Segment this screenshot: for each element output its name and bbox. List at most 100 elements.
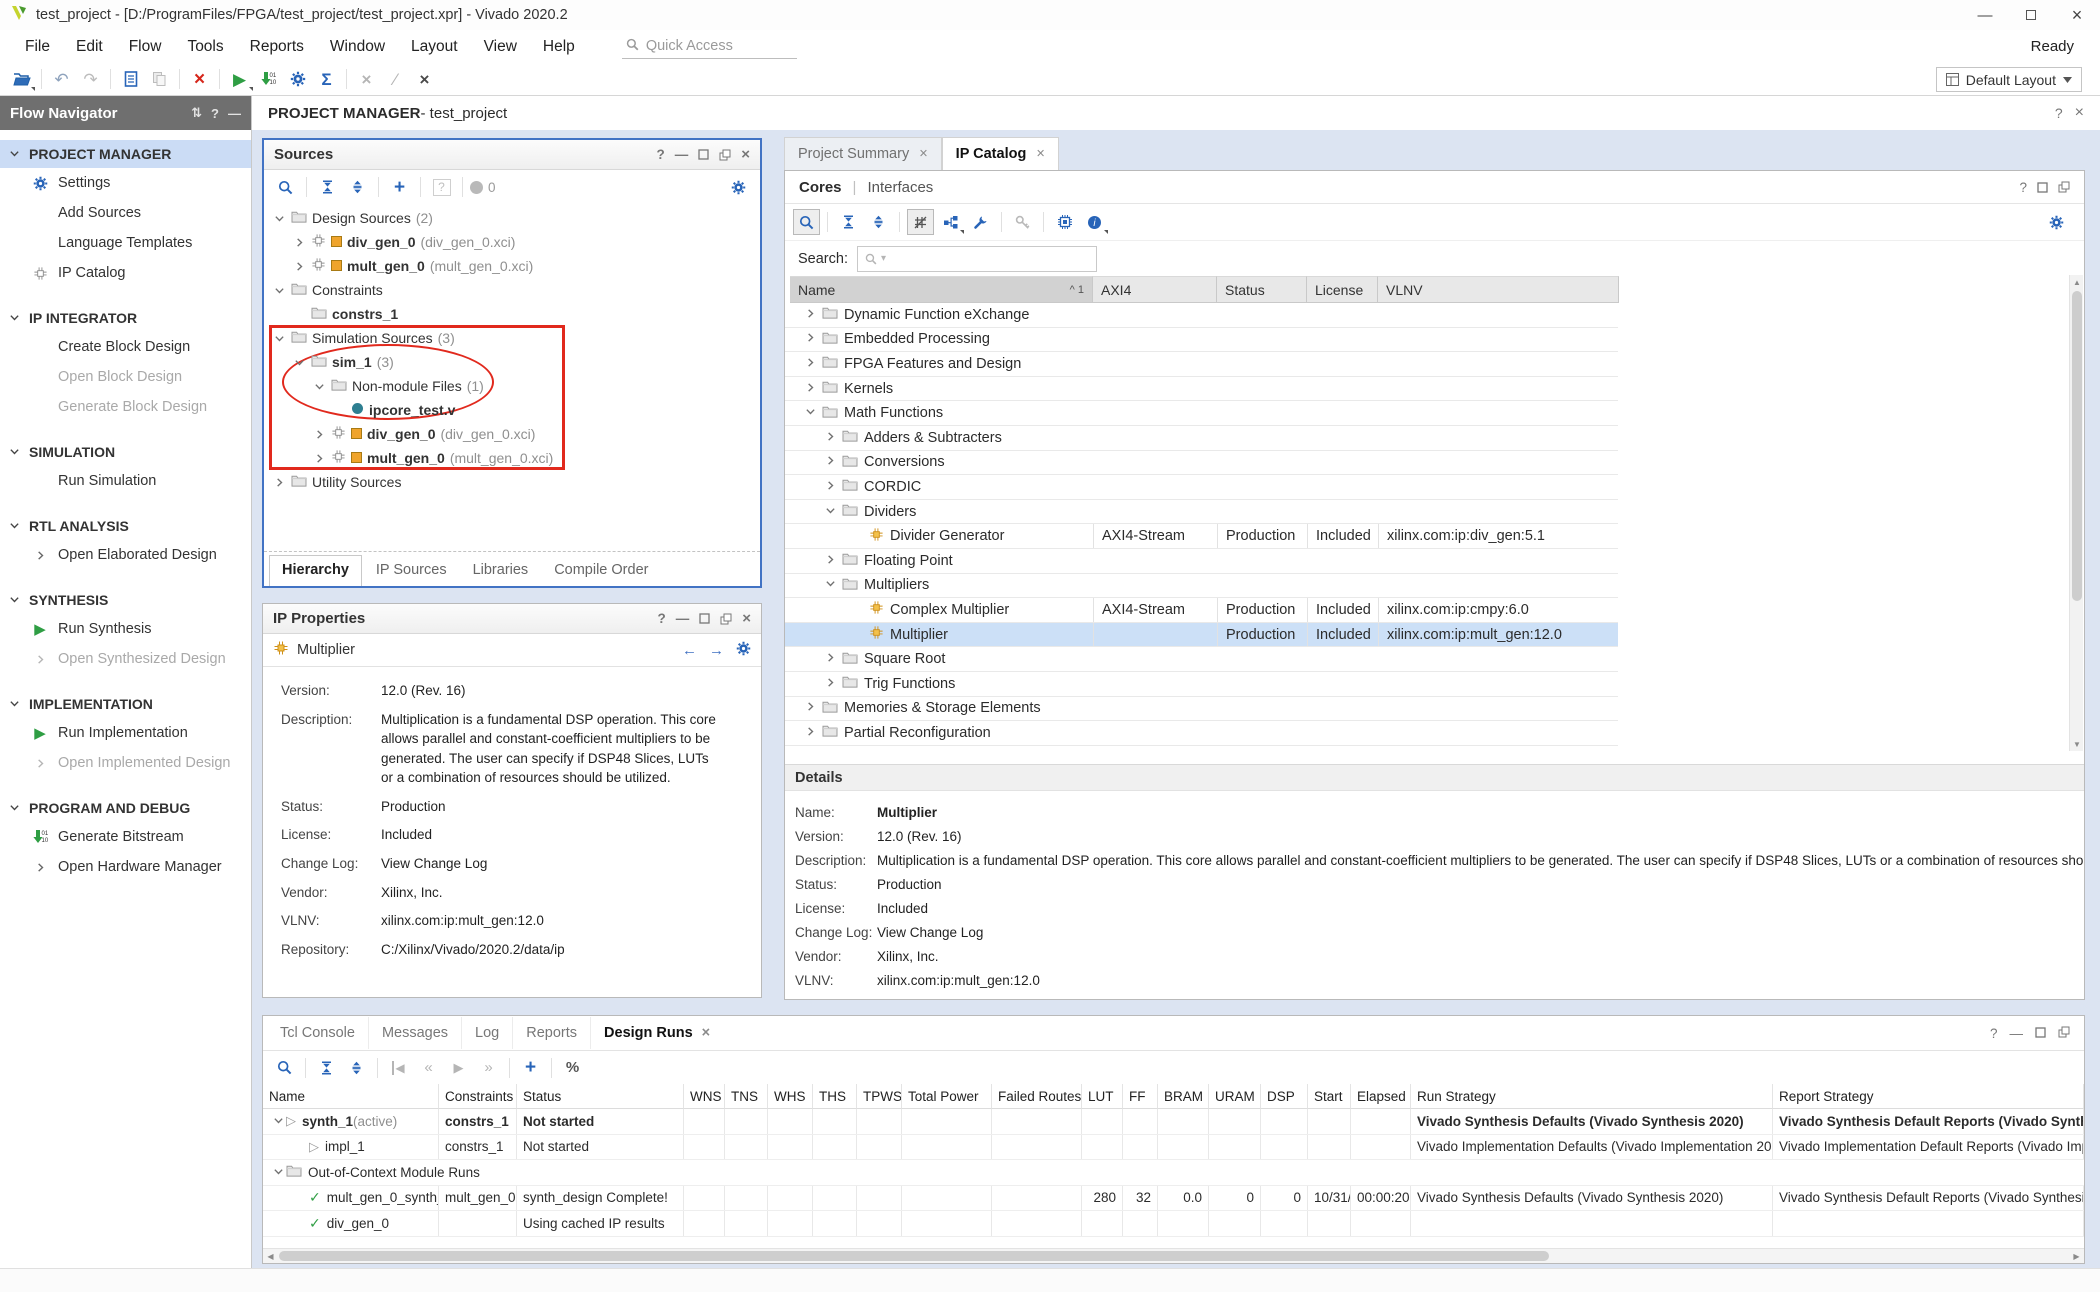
- create-run-icon[interactable]: +: [517, 1055, 544, 1081]
- cancel-icon[interactable]: ×: [353, 66, 380, 92]
- column-header-dsp[interactable]: DSP: [1261, 1084, 1308, 1109]
- float-panel-icon[interactable]: [719, 149, 731, 161]
- quick-access-input[interactable]: Quick Access: [622, 35, 797, 59]
- expand-all-icon[interactable]: [344, 174, 371, 200]
- catalog-row-divider-generator[interactable]: Divider GeneratorAXI4-StreamProductionIn…: [785, 524, 1618, 549]
- column-header-ths[interactable]: THS: [813, 1084, 857, 1109]
- column-header-start[interactable]: Start: [1308, 1084, 1351, 1109]
- close-icon[interactable]: ×: [2075, 104, 2084, 122]
- menu-view[interactable]: View: [471, 34, 530, 59]
- tree-item-constrs_1[interactable]: constrs_1: [264, 302, 760, 326]
- ip-packager-icon[interactable]: [1051, 209, 1078, 235]
- chevron-right-icon[interactable]: [805, 725, 816, 741]
- tab-tcl-console[interactable]: Tcl Console: [267, 1017, 369, 1049]
- sidebar-item-language-templates[interactable]: Language Templates: [0, 228, 251, 258]
- help-icon[interactable]: ?: [2055, 105, 2063, 121]
- minimize-panel-icon[interactable]: —: [228, 106, 241, 121]
- max-panel-icon[interactable]: [2037, 182, 2048, 193]
- column-header-status[interactable]: Status: [1217, 276, 1307, 303]
- chevron-right-icon[interactable]: [292, 237, 306, 248]
- float-panel-icon[interactable]: [720, 613, 732, 625]
- hide-incompatible-icon[interactable]: [907, 209, 934, 235]
- column-header-tpws[interactable]: TPWS: [857, 1084, 902, 1109]
- tree-item-mult_gen_0[interactable]: mult_gen_0 (mult_gen_0.xci): [264, 254, 760, 278]
- chevron-right-icon[interactable]: [825, 553, 836, 569]
- chevron-down-icon[interactable]: [272, 213, 286, 224]
- sidebar-item-ip-catalog[interactable]: IP Catalog: [0, 258, 251, 288]
- column-header-license[interactable]: License: [1307, 276, 1378, 303]
- column-header-axi4[interactable]: AXI4: [1093, 276, 1217, 303]
- chevron-right-icon[interactable]: [825, 651, 836, 667]
- menu-flow[interactable]: Flow: [116, 34, 175, 59]
- tree-item-Constraints[interactable]: Constraints: [264, 278, 760, 302]
- chevron-right-icon[interactable]: [805, 307, 816, 323]
- undo-icon[interactable]: ↶: [48, 66, 75, 92]
- sidebar-item-create-block-design[interactable]: Create Block Design: [0, 332, 251, 362]
- minimize-icon[interactable]: —: [1962, 0, 2008, 30]
- layout-selector[interactable]: Default Layout: [1936, 67, 2082, 92]
- min-panel-icon[interactable]: —: [675, 147, 689, 162]
- tab-hierarchy[interactable]: Hierarchy: [269, 555, 362, 586]
- catalog-row-memories-storage-elements[interactable]: Memories & Storage Elements: [785, 697, 1618, 722]
- sidebar-item-add-sources[interactable]: Add Sources: [0, 198, 251, 228]
- help-panel-icon[interactable]: ?: [1990, 1026, 1998, 1041]
- percent-icon[interactable]: %: [559, 1055, 586, 1081]
- chevron-right-icon[interactable]: [805, 381, 816, 397]
- pencil-icon[interactable]: ⁄: [382, 66, 409, 92]
- catalog-row-kernels[interactable]: Kernels: [785, 377, 1618, 402]
- missing-sources-icon[interactable]: ?: [428, 174, 455, 200]
- redo-icon[interactable]: ↷: [77, 66, 104, 92]
- column-header-status[interactable]: Status: [517, 1084, 684, 1109]
- chevron-right-icon[interactable]: [272, 477, 286, 488]
- catalog-row-fpga-features-and-design[interactable]: FPGA Features and Design: [785, 352, 1618, 377]
- nav-section-header[interactable]: PROJECT MANAGER: [0, 140, 251, 168]
- tab-project-summary[interactable]: Project Summary×: [784, 137, 942, 170]
- chevron-down-icon[interactable]: [292, 357, 306, 368]
- tab-ip-catalog[interactable]: IP Catalog×: [942, 137, 1059, 170]
- column-header-name[interactable]: Name^ 1: [790, 276, 1093, 303]
- chevron-down-icon[interactable]: [805, 405, 816, 421]
- close-icon[interactable]: ×: [2054, 0, 2100, 30]
- collapse-all-icon[interactable]: [313, 1055, 340, 1081]
- sidebar-item-generate-bitstream[interactable]: 0110Generate Bitstream: [0, 822, 251, 852]
- copy-icon[interactable]: [146, 66, 173, 92]
- vertical-scrollbar[interactable]: ▲ ▼: [2069, 275, 2083, 751]
- step-back-icon[interactable]: «: [415, 1055, 442, 1081]
- close-tab-icon[interactable]: ×: [919, 146, 927, 162]
- column-header-vlnv[interactable]: VLNV: [1378, 276, 1619, 303]
- menu-layout[interactable]: Layout: [398, 34, 471, 59]
- help-icon[interactable]: ?: [211, 106, 219, 121]
- step-first-icon[interactable]: ◀: [385, 1055, 412, 1081]
- catalog-row-square-root[interactable]: Square Root: [785, 647, 1618, 672]
- tab-reports[interactable]: Reports: [513, 1017, 591, 1049]
- play-icon[interactable]: ▶: [445, 1055, 472, 1081]
- tree-item-div_gen_0[interactable]: div_gen_0 (div_gen_0.xci): [264, 422, 760, 446]
- menu-file[interactable]: File: [12, 34, 63, 59]
- column-header-run_strategy[interactable]: Run Strategy: [1411, 1084, 1773, 1109]
- add-sources-icon[interactable]: +: [386, 174, 413, 200]
- catalog-row-conversions[interactable]: Conversions: [785, 451, 1618, 476]
- column-header-lut[interactable]: LUT: [1082, 1084, 1123, 1109]
- run-row-synth-1[interactable]: ▷synth_1 (active)constrs_1Not startedViv…: [263, 1109, 2084, 1135]
- chevron-down-icon[interactable]: [825, 577, 836, 593]
- chevron-right-icon[interactable]: [825, 454, 836, 470]
- chevron-right-icon[interactable]: [825, 676, 836, 692]
- help-panel-icon[interactable]: ?: [2019, 180, 2027, 195]
- messages-badge[interactable]: 0: [470, 180, 496, 195]
- catalog-row-floating-point[interactable]: Floating Point: [785, 549, 1618, 574]
- help-panel-icon[interactable]: ?: [656, 147, 664, 162]
- sidebar-item-run-implementation[interactable]: ▶Run Implementation: [0, 718, 251, 748]
- field-value[interactable]: Production: [381, 797, 719, 817]
- chevron-down-icon[interactable]: [273, 1114, 284, 1129]
- chevron-right-icon[interactable]: [805, 700, 816, 716]
- chevron-right-icon[interactable]: [312, 429, 326, 440]
- catalog-row-dynamic-function-exchange[interactable]: Dynamic Function eXchange: [785, 303, 1618, 328]
- gear-icon[interactable]: [725, 174, 752, 200]
- minimize-panel-icon[interactable]: —: [2010, 1026, 2024, 1041]
- maximize-panel-icon[interactable]: [2035, 1026, 2046, 1041]
- settings-icon[interactable]: [284, 66, 311, 92]
- search-icon[interactable]: [793, 209, 820, 235]
- column-header-tns[interactable]: TNS: [725, 1084, 768, 1109]
- tree-item-div_gen_0[interactable]: div_gen_0 (div_gen_0.xci): [264, 230, 760, 254]
- sidebar-item-open-synthesized-design[interactable]: Open Synthesized Design: [0, 644, 251, 674]
